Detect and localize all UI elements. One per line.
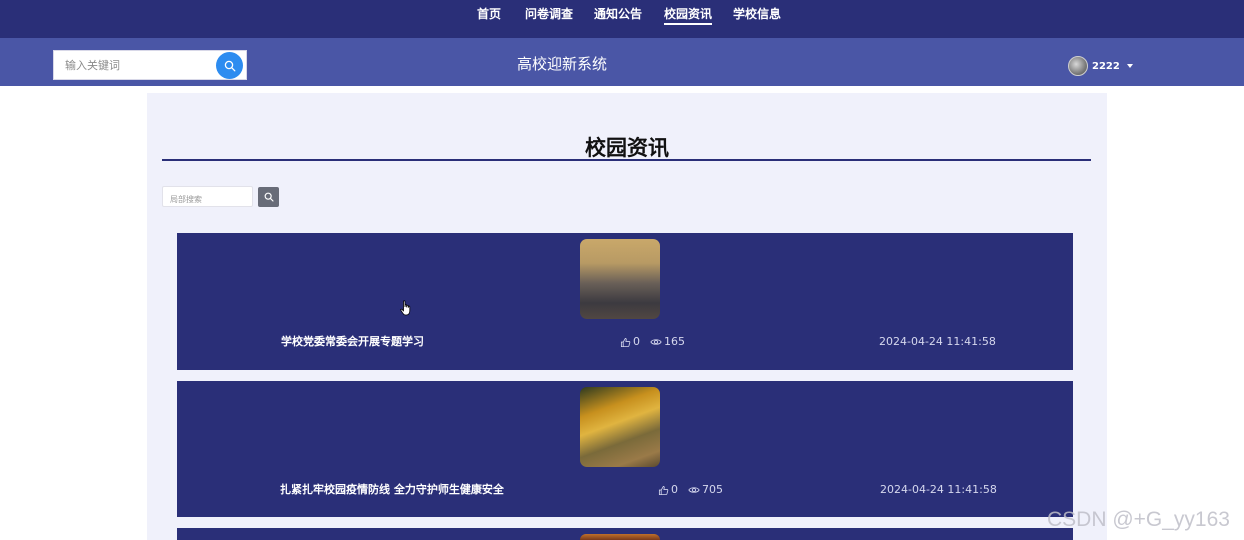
search-icon <box>264 192 274 202</box>
hand-cursor-icon <box>400 300 411 316</box>
nav-item-home[interactable]: 首页 <box>477 7 501 21</box>
news-thumbnail[interactable] <box>580 534 660 540</box>
title-divider <box>162 159 1091 161</box>
nav-item-notices[interactable]: 通知公告 <box>594 7 642 21</box>
news-title[interactable]: 学校党委常委会开展专题学习 <box>281 335 424 349</box>
view-count: 705 <box>702 483 723 496</box>
news-card[interactable] <box>177 528 1073 540</box>
header-bar: 高校迎新系统 2222 <box>0 38 1244 86</box>
nav-item-survey[interactable]: 问卷调查 <box>525 7 573 21</box>
main-content: 校园资讯 学校党委常委会开展专题学习 0 165 2024-04-24 11:4… <box>147 93 1107 540</box>
news-card[interactable]: 扎紧扎牢校园疫情防线 全力守护师生健康安全 0 705 2024-04-24 1… <box>177 381 1073 517</box>
avatar <box>1068 56 1088 76</box>
local-search-input[interactable] <box>163 190 252 209</box>
view-count: 165 <box>664 335 685 348</box>
username: 2222 <box>1092 60 1120 72</box>
local-search <box>162 186 253 209</box>
news-thumbnail[interactable] <box>580 239 660 319</box>
site-title: 高校迎新系统 <box>516 55 607 73</box>
watermark: CSDN @+G_yy163 <box>1047 508 1230 531</box>
caret-down-icon <box>1127 64 1133 68</box>
news-date: 2024-04-24 11:41:58 <box>879 335 996 348</box>
user-menu[interactable]: 2222 <box>1068 56 1133 76</box>
news-card[interactable]: 学校党委常委会开展专题学习 0 165 2024-04-24 11:41:58 <box>177 233 1073 370</box>
page-title: 校园资讯 <box>585 136 669 160</box>
top-nav: 首页 问卷调查 通知公告 校园资讯 学校信息 <box>0 0 1244 38</box>
news-thumbnail[interactable] <box>580 387 660 467</box>
local-search-button[interactable] <box>258 187 279 207</box>
news-stats: 0 705 <box>658 483 723 497</box>
news-title[interactable]: 扎紧扎牢校园疫情防线 全力守护师生健康安全 <box>280 483 504 497</box>
news-stats: 0 165 <box>620 335 685 349</box>
like-count: 0 <box>633 335 640 348</box>
thumbs-up-icon <box>620 337 631 347</box>
nav-item-school-info[interactable]: 学校信息 <box>733 7 781 21</box>
like-count: 0 <box>671 483 678 496</box>
news-date: 2024-04-24 11:41:58 <box>880 483 997 496</box>
nav-item-campus-news[interactable]: 校园资讯 <box>664 7 713 25</box>
eye-icon <box>688 487 700 493</box>
thumbs-up-icon <box>658 485 669 495</box>
eye-icon <box>650 339 662 345</box>
